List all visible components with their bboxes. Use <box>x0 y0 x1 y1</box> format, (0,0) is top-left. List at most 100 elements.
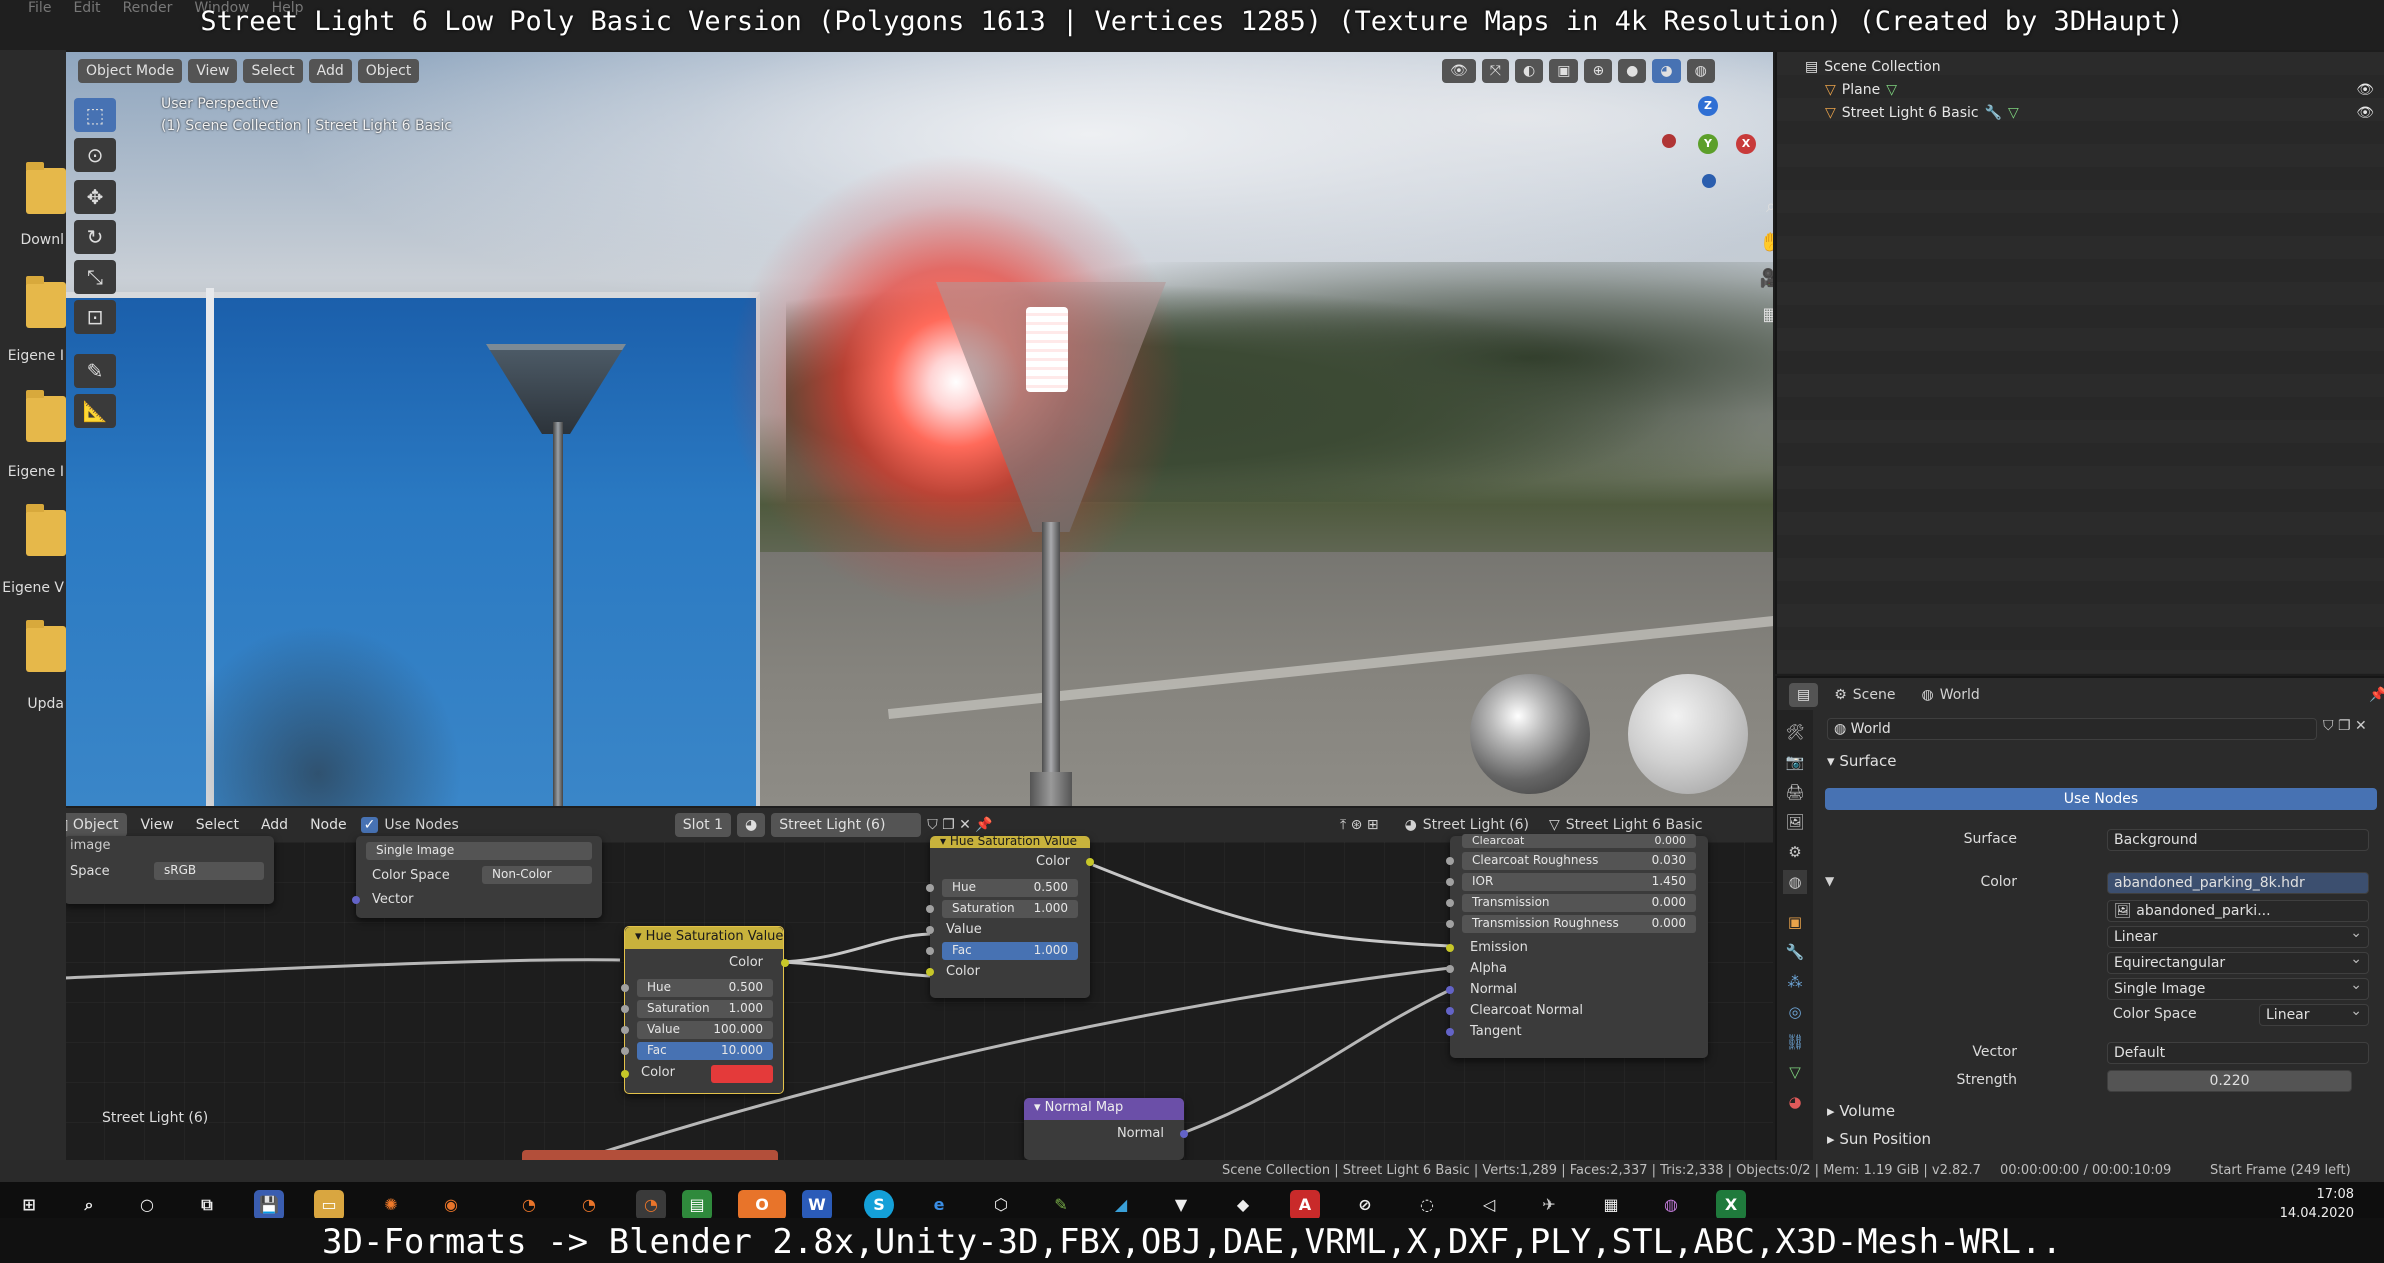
spreadsheet-app-icon[interactable]: ▤ <box>682 1190 712 1220</box>
node-socket[interactable] <box>1446 986 1454 994</box>
node-socket[interactable] <box>1446 920 1454 928</box>
rotate-icon[interactable]: ↻ <box>74 220 116 254</box>
edge-icon[interactable]: e <box>924 1190 954 1220</box>
node-principled-bsdf[interactable]: Clearcoat 0.000 Clearcoat Roughness 0.030 … <box>1446 834 1708 1058</box>
measure-icon[interactable]: 📐 <box>74 394 116 428</box>
bsdf-ior-field[interactable]: IOR 1.450 <box>1462 873 1696 891</box>
skype-icon[interactable]: S <box>864 1190 894 1220</box>
node-socket[interactable] <box>1086 858 1094 866</box>
node-hue-saturation-value-2[interactable]: ▾ Hue Saturation Value Color Hue 0.500 Sa… <box>926 836 1094 998</box>
viewport-menu-select[interactable]: Select <box>243 59 303 83</box>
node-fac-field[interactable]: Fac 1.000 <box>942 942 1078 960</box>
app-icon[interactable]: ◍ <box>1656 1190 1686 1220</box>
app-icon[interactable]: ✈ <box>1534 1190 1564 1220</box>
interpolation-dropdown[interactable]: Linear <box>2107 926 2369 948</box>
material-shading-icon[interactable]: ◕ <box>1652 59 1681 83</box>
node-colorspace-field[interactable]: sRGB <box>154 862 264 880</box>
app-icon[interactable]: ◆ <box>1228 1190 1258 1220</box>
node-saturation-field[interactable]: Saturation 1.000 <box>637 1000 773 1018</box>
node-socket[interactable] <box>1180 1130 1188 1138</box>
image-datablock-field[interactable]: 🖼 abandoned_parki... <box>2107 900 2369 922</box>
bsdf-transmission-roughness-field[interactable]: Transmission Roughness 0.000 <box>1462 915 1696 933</box>
gizmo-neg-z[interactable] <box>1702 174 1716 188</box>
use-nodes-button[interactable]: Use Nodes <box>1825 788 2377 810</box>
node-socket[interactable] <box>621 1047 629 1055</box>
gizmo-x-axis[interactable]: X <box>1736 134 1756 154</box>
node-normal-map[interactable]: ▾ Normal Map Normal <box>1024 1098 1188 1160</box>
gizmo-y-axis[interactable]: Y <box>1698 134 1718 154</box>
node-socket[interactable] <box>1446 1007 1454 1015</box>
world-name-field[interactable]: ◍ World <box>1827 718 2317 740</box>
colorspace-dropdown[interactable]: Linear <box>2259 1004 2369 1026</box>
node-hue-saturation-value-1[interactable]: ▾ Hue Saturation Value Color Hue 0.500 Sa… <box>621 926 789 1094</box>
app-icon[interactable]: ◢ <box>1106 1190 1136 1220</box>
search-icon[interactable]: ⌕ <box>74 1190 104 1220</box>
gizmo-toggle-icon[interactable]: ⤧ <box>1481 59 1509 83</box>
material-tab-icon[interactable]: ◕ <box>1783 1090 1807 1114</box>
node-fac-field[interactable]: Fac 10.000 <box>637 1042 773 1060</box>
data-tab-icon[interactable]: ▽ <box>1783 1060 1807 1084</box>
node-source-field[interactable]: Single Image <box>366 842 592 860</box>
surface-shader-field[interactable]: Background <box>2107 829 2369 851</box>
transform-icon[interactable]: ⊡ <box>74 300 116 334</box>
viewport-menu-object[interactable]: Object <box>357 59 420 83</box>
folder-icon[interactable] <box>26 620 66 672</box>
world-tab-icon[interactable]: ◍ <box>1783 870 1807 894</box>
sun-position-panel-header[interactable]: ▸ Sun Position <box>1827 1130 1931 1148</box>
node-header[interactable]: ▾ Hue Saturation Value <box>930 836 1090 848</box>
camera-view-icon[interactable]: 🎥 <box>1756 264 1773 294</box>
viewport-menu-view[interactable]: View <box>188 59 238 83</box>
street-light-pole[interactable] <box>1042 522 1060 806</box>
node-socket[interactable] <box>1446 944 1454 952</box>
gizmo-z-axis[interactable]: Z <box>1698 96 1718 116</box>
volume-panel-header[interactable]: ▸ Volume <box>1827 1102 1895 1120</box>
app-icon[interactable]: ⊘ <box>1350 1190 1380 1220</box>
word-icon[interactable]: W <box>802 1190 832 1220</box>
rendered-shading-icon[interactable]: ◍ <box>1686 59 1715 83</box>
node-socket[interactable] <box>1446 857 1454 865</box>
firefox-icon[interactable]: ◉ <box>436 1190 466 1220</box>
chevron-down-icon[interactable]: ▼ <box>1825 874 1834 888</box>
render-tab-icon[interactable]: 📷 <box>1783 750 1807 774</box>
view-layer-tab-icon[interactable]: 🖼 <box>1783 810 1807 834</box>
node-socket[interactable] <box>1446 899 1454 907</box>
scale-icon[interactable]: ⤡ <box>74 260 116 294</box>
blender-icon[interactable]: ◔ <box>574 1190 604 1220</box>
blender-icon[interactable]: ◔ <box>514 1190 544 1220</box>
pan-hand-icon[interactable]: ✋ <box>1756 228 1773 258</box>
shader-node-editor[interactable]: ▤ ▣ Object View Select Add Node ✓ Use No… <box>0 808 1773 1160</box>
node-socket[interactable] <box>926 884 934 892</box>
visibility-icon[interactable]: 👁 <box>1442 59 1476 83</box>
file-explorer-icon[interactable]: ▭ <box>314 1190 344 1220</box>
node-image-texture[interactable]: Single Image Color Space Non-Color Vecto… <box>352 836 602 918</box>
cortana-icon[interactable]: ○ <box>132 1190 162 1220</box>
zoom-icon[interactable]: ⌕ <box>1756 192 1773 222</box>
wireframe-shading-icon[interactable]: ⊕ <box>1584 59 1613 83</box>
folder-icon[interactable] <box>26 390 66 442</box>
node-socket[interactable] <box>1446 1028 1454 1036</box>
node-saturation-field[interactable]: Saturation 1.000 <box>942 900 1078 918</box>
node-hue-field[interactable]: Hue 0.500 <box>637 979 773 997</box>
vector-field[interactable]: Default <box>2107 1042 2369 1064</box>
editor-type-icon[interactable]: ▤ <box>1789 683 1819 707</box>
color-texture-field[interactable]: abandoned_parking_8k.hdr <box>2107 872 2369 894</box>
node-partial-bottom[interactable] <box>522 1150 778 1160</box>
folder-icon[interactable] <box>26 504 66 556</box>
bsdf-clearcoat-roughness-field[interactable]: Clearcoat Roughness 0.030 <box>1462 852 1696 870</box>
app-icon[interactable]: ◁ <box>1474 1190 1504 1220</box>
projection-dropdown[interactable]: Equirectangular <box>2107 952 2369 974</box>
pin-icon[interactable]: 📌 <box>2369 687 2384 703</box>
breadcrumb-scene[interactable]: Scene <box>1853 687 1896 703</box>
ortho-grid-icon[interactable]: ▦ <box>1756 300 1773 330</box>
solid-shading-icon[interactable]: ● <box>1618 59 1647 83</box>
node-color-swatch[interactable] <box>711 1065 773 1083</box>
app-icon[interactable]: ✎ <box>1046 1190 1076 1220</box>
object-mode-dropdown[interactable]: Object Mode <box>78 59 183 83</box>
modifier-tab-icon[interactable]: 🔧 <box>1783 940 1807 964</box>
constraints-tab-icon[interactable]: ⛓ <box>1783 1030 1807 1054</box>
save-app-icon[interactable]: 💾 <box>254 1190 284 1220</box>
app-flame-icon[interactable]: ✺ <box>376 1190 406 1220</box>
node-socket[interactable] <box>1446 965 1454 973</box>
node-socket[interactable] <box>926 905 934 913</box>
outliner-item-street-light[interactable]: ▽ Street Light 6 Basic 🔧 ▽ 👁 <box>1777 101 2384 124</box>
